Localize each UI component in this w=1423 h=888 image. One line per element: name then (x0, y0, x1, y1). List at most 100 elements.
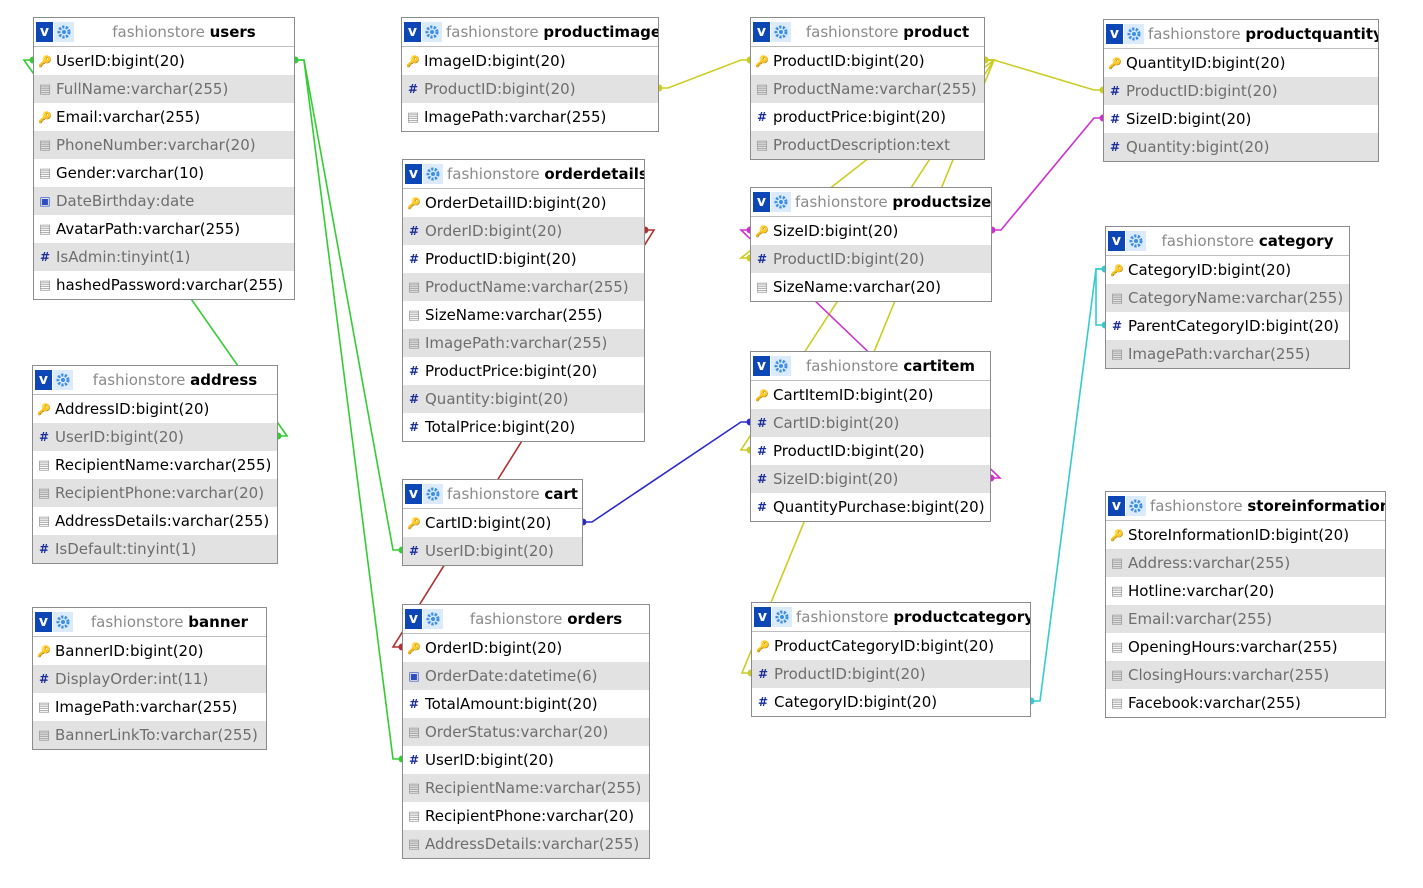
gear-icon[interactable] (1124, 24, 1144, 44)
toggle-view-icon[interactable]: v (753, 22, 770, 42)
column-row[interactable]: # CategoryID : bigint(20) (752, 688, 1030, 716)
column-row[interactable]: # TotalPrice : bigint(20) (403, 413, 644, 441)
column-row[interactable]: ▤ Facebook : varchar(255) (1106, 689, 1385, 717)
column-row[interactable]: ▤ SizeName : varchar(20) (751, 273, 991, 301)
column-row[interactable]: # UserID : bigint(20) (403, 746, 649, 774)
column-row[interactable]: ▤ Gender : varchar(10) (34, 159, 294, 187)
column-row[interactable]: # ProductID : bigint(20) (402, 75, 658, 103)
column-row[interactable]: # ProductPrice : bigint(20) (403, 357, 644, 385)
column-name: QuantityPurchase (773, 498, 906, 516)
column-row[interactable]: ▤ ProductDescription : text (751, 131, 984, 159)
column-row[interactable]: 🔑 CartID : bigint(20) (403, 509, 582, 537)
column-row[interactable]: ▤ Email : varchar(255) (1106, 605, 1385, 633)
column-row[interactable]: ▤ AddressDetails : varchar(255) (33, 507, 277, 535)
column-row[interactable]: 🔑 QuantityID : bigint(20) (1104, 49, 1378, 77)
column-row[interactable]: # IsAdmin : tinyint(1) (34, 243, 294, 271)
column-row[interactable]: # TotalAmount : bigint(20) (403, 690, 649, 718)
toggle-view-icon[interactable]: v (753, 356, 770, 376)
column-row[interactable]: ▤ ImagePath : varchar(255) (33, 693, 266, 721)
column-row[interactable]: 🔑 CartItemID : bigint(20) (751, 381, 990, 409)
gear-icon[interactable] (423, 484, 443, 504)
gear-icon[interactable] (771, 356, 791, 376)
column-row[interactable]: ▤ ImagePath : varchar(255) (402, 103, 658, 131)
column-row[interactable]: 🔑 OrderID : bigint(20) (403, 634, 649, 662)
column-row[interactable]: # ProductID : bigint(20) (751, 245, 991, 273)
column-row[interactable]: ▤ AddressDetails : varchar(255) (403, 830, 649, 858)
column-row[interactable]: ▤ OrderStatus : varchar(20) (403, 718, 649, 746)
column-row[interactable]: # productPrice : bigint(20) (751, 103, 984, 131)
gear-icon[interactable] (53, 612, 73, 632)
toggle-view-icon[interactable]: v (405, 609, 422, 629)
column-row[interactable]: ▤ ImagePath : varchar(255) (1106, 340, 1349, 368)
toggle-view-icon[interactable]: v (754, 607, 771, 627)
column-row[interactable]: 🔑 BannerID : bigint(20) (33, 637, 266, 665)
toggle-view-icon[interactable]: v (753, 192, 770, 212)
column-row[interactable]: 🔑 SizeID : bigint(20) (751, 217, 991, 245)
column-row[interactable]: # ProductID : bigint(20) (751, 437, 990, 465)
column-row[interactable]: 🔑 AddressID : bigint(20) (33, 395, 277, 423)
column-row[interactable]: ▤ PhoneNumber : varchar(20) (34, 131, 294, 159)
gear-icon[interactable] (772, 607, 792, 627)
column-row[interactable]: # OrderID : bigint(20) (403, 217, 644, 245)
toggle-view-icon[interactable]: v (1108, 496, 1125, 516)
gear-icon[interactable] (1126, 231, 1146, 251)
column-row[interactable]: ▤ ProductName : varchar(255) (403, 273, 644, 301)
column-row[interactable]: # QuantityPurchase : bigint(20) (751, 493, 990, 521)
column-row[interactable]: 🔑 StoreInformationID : bigint(20) (1106, 521, 1385, 549)
column-row[interactable]: ▤ FullName : varchar(255) (34, 75, 294, 103)
column-row[interactable]: ▤ hashedPassword : varchar(255) (34, 271, 294, 299)
gear-icon[interactable] (53, 370, 73, 390)
column-row[interactable]: ▤ SizeName : varchar(255) (403, 301, 644, 329)
column-row[interactable]: 🔑 Email : varchar(255) (34, 103, 294, 131)
column-row[interactable]: ▤ OpeningHours : varchar(255) (1106, 633, 1385, 661)
column-row[interactable]: ▤ ImagePath : varchar(255) (403, 329, 644, 357)
column-row[interactable]: # ParentCategoryID : bigint(20) (1106, 312, 1349, 340)
column-row[interactable]: ▤ ProductName : varchar(255) (751, 75, 984, 103)
column-row[interactable]: ▤ Address : varchar(255) (1106, 549, 1385, 577)
toggle-view-icon[interactable]: v (1106, 24, 1123, 44)
column-row[interactable]: 🔑 ProductID : bigint(20) (751, 47, 984, 75)
column-row[interactable]: # Quantity : bigint(20) (1104, 133, 1378, 161)
column-row[interactable]: # CartID : bigint(20) (751, 409, 990, 437)
column-row[interactable]: ▤ CategoryName : varchar(255) (1106, 284, 1349, 312)
gear-icon[interactable] (423, 609, 443, 629)
gear-icon[interactable] (54, 22, 74, 42)
column-row[interactable]: 🔑 CategoryID : bigint(20) (1106, 256, 1349, 284)
gear-icon[interactable] (771, 192, 791, 212)
toggle-view-icon[interactable]: v (405, 484, 422, 504)
column-row[interactable]: # Quantity : bigint(20) (403, 385, 644, 413)
toggle-view-icon[interactable]: v (1108, 231, 1125, 251)
toggle-view-icon[interactable]: v (405, 164, 422, 184)
column-row[interactable]: # UserID : bigint(20) (403, 537, 582, 565)
gear-icon[interactable] (422, 22, 442, 42)
toggle-view-icon[interactable]: v (404, 22, 421, 42)
gear-icon[interactable] (1126, 496, 1146, 516)
column-row[interactable]: ▤ BannerLinkTo : varchar(255) (33, 721, 266, 749)
column-row[interactable]: ▤ RecipientPhone : varchar(20) (403, 802, 649, 830)
column-row[interactable]: # ProductID : bigint(20) (403, 245, 644, 273)
column-row[interactable]: # SizeID : bigint(20) (751, 465, 990, 493)
column-row[interactable]: ▤ ClosingHours : varchar(255) (1106, 661, 1385, 689)
toggle-view-icon[interactable]: v (35, 370, 52, 390)
column-row[interactable]: ▣ OrderDate : datetime(6) (403, 662, 649, 690)
column-row[interactable]: ▤ Hotline : varchar(20) (1106, 577, 1385, 605)
toggle-view-icon[interactable]: v (35, 612, 52, 632)
column-row[interactable]: ▤ AvatarPath : varchar(255) (34, 215, 294, 243)
column-row[interactable]: ▣ DateBirthday : date (34, 187, 294, 215)
column-row[interactable]: # IsDefault : tinyint(1) (33, 535, 277, 563)
column-row[interactable]: # UserID : bigint(20) (33, 423, 277, 451)
column-row[interactable]: # DisplayOrder : int(11) (33, 665, 266, 693)
column-row[interactable]: # SizeID : bigint(20) (1104, 105, 1378, 133)
column-row[interactable]: 🔑 ProductCategoryID : bigint(20) (752, 632, 1030, 660)
column-row[interactable]: ▤ RecipientName : varchar(255) (33, 451, 277, 479)
column-row[interactable]: 🔑 OrderDetailID : bigint(20) (403, 189, 644, 217)
gear-icon[interactable] (771, 22, 791, 42)
column-row[interactable]: # ProductID : bigint(20) (1104, 77, 1378, 105)
column-row[interactable]: ▤ RecipientName : varchar(255) (403, 774, 649, 802)
gear-icon[interactable] (423, 164, 443, 184)
toggle-view-icon[interactable]: v (36, 22, 53, 42)
column-row[interactable]: 🔑 UserID : bigint(20) (34, 47, 294, 75)
column-row[interactable]: 🔑 ImageID : bigint(20) (402, 47, 658, 75)
column-row[interactable]: # ProductID : bigint(20) (752, 660, 1030, 688)
column-row[interactable]: ▤ RecipientPhone : varchar(20) (33, 479, 277, 507)
